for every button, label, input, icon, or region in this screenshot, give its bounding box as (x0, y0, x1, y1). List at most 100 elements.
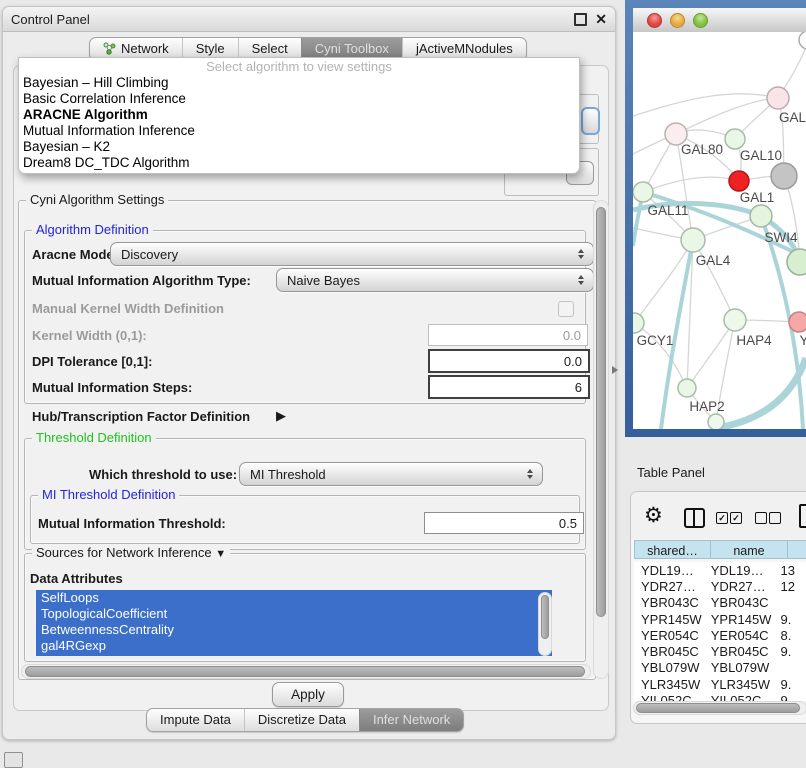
zoom-window-icon[interactable] (693, 13, 708, 28)
network-node[interactable] (767, 87, 789, 109)
network-node[interactable] (678, 379, 696, 397)
table-cell: YBR043C (634, 595, 704, 610)
node-label: Y (799, 333, 806, 348)
network-node[interactable] (633, 313, 644, 333)
data-attribute-item[interactable]: BetweennessCentrality (36, 622, 552, 638)
tab-label: Cyni Toolbox (315, 41, 389, 56)
table-row[interactable]: YER054CYER054C8. (634, 627, 806, 643)
network-node[interactable] (799, 32, 806, 49)
network-node[interactable] (708, 414, 724, 429)
network-edge[interactable] (633, 94, 778, 116)
table-cell: YBL079W (634, 660, 704, 675)
column-header-2[interactable]: name (711, 540, 788, 559)
mi-steps-field[interactable]: 6 (428, 375, 590, 399)
network-node[interactable] (724, 309, 746, 331)
data-attribute-item[interactable]: SelfLoops (36, 590, 552, 606)
combo-arrows-icon (578, 249, 584, 259)
aracne-mode-value: Discovery (121, 247, 178, 262)
table-header-row: shared…nameA (634, 540, 806, 559)
checkbox-checked-icon[interactable]: ✓ (716, 512, 728, 524)
hub-definition-expander-label[interactable]: Hub/Transcription Factor Definition (32, 409, 250, 424)
table-cell: 9. (774, 644, 806, 659)
node-label: GAL (779, 110, 806, 125)
node-label: GAL10 (740, 148, 782, 163)
column-header-1[interactable]: shared… (634, 540, 711, 559)
network-node[interactable] (750, 205, 772, 227)
network-node[interactable] (729, 171, 749, 191)
algorithm-option[interactable]: Bayesian – Hill Climbing (19, 75, 579, 91)
algorithm-dropdown-popup: Select algorithm to view settings Bayesi… (18, 57, 580, 174)
table-horizontal-scrollbar[interactable] (633, 701, 806, 715)
bottom-tabstrip: Impute DataDiscretize DataInfer Network (146, 708, 464, 732)
table-row[interactable]: YDL19…YDL19…13 (634, 562, 806, 578)
bottom-tab-discretize-data[interactable]: Discretize Data (244, 709, 359, 731)
dpi-tolerance-field[interactable]: 0.0 (428, 349, 590, 373)
settings-horizontal-scrollbar[interactable] (21, 664, 591, 679)
which-threshold-combobox[interactable]: MI Threshold (239, 462, 543, 486)
checkbox-checked-icon[interactable]: ✓ (730, 512, 742, 524)
table-cell: 8. (774, 628, 806, 643)
network-graph: GALGAL80GAL10GAL1GAL11SWI4GAL4GCY1HAP4YH… (633, 32, 806, 429)
combo-arrows-icon (527, 469, 533, 479)
table-cell: 9 (774, 693, 806, 701)
table-row[interactable]: YBR043CYBR043C (634, 595, 806, 611)
manual-kernel-width-checkbox[interactable] (558, 301, 574, 317)
mi-algorithm-type-combobox[interactable]: Naive Bayes (276, 268, 594, 292)
table-cell: YBL079W (704, 660, 774, 675)
node-label: GAL80 (681, 142, 723, 157)
algorithm-option[interactable]: Mutual Information Inference (19, 123, 579, 139)
algorithm-option[interactable]: Dream8 DC_TDC Algorithm (19, 155, 579, 171)
expander-expanded-icon[interactable]: ▼ (215, 548, 226, 560)
algorithm-option[interactable]: Bayesian – K2 (19, 139, 579, 155)
kernel-width-field[interactable]: 0.0 (428, 324, 588, 346)
apply-button[interactable]: Apply (272, 682, 344, 707)
algorithm-option[interactable]: ARACNE Algorithm (19, 107, 579, 123)
network-edge[interactable] (643, 177, 739, 192)
table-cell: YIL052C (634, 693, 704, 701)
bottom-tab-infer-network[interactable]: Infer Network (359, 709, 463, 731)
checkbox-unchecked-icon[interactable] (755, 512, 767, 524)
node-label: SWI4 (764, 230, 797, 245)
collapsed-panel-icon[interactable] (4, 752, 23, 768)
network-node[interactable] (771, 163, 797, 189)
table-cell: YBR045C (704, 644, 774, 659)
close-panel-icon[interactable]: ✕ (595, 13, 607, 25)
table-row[interactable]: YIL052CYIL052C9 (634, 692, 806, 701)
network-edge[interactable] (693, 240, 735, 320)
bottom-tab-impute-data[interactable]: Impute Data (147, 709, 244, 731)
mi-threshold-field[interactable]: 0.5 (424, 512, 584, 534)
table-cell: YER054C (634, 628, 704, 643)
network-node[interactable] (633, 182, 653, 202)
network-node[interactable] (725, 129, 745, 149)
network-window-titlebar[interactable] (633, 8, 806, 33)
data-attribute-item[interactable]: gal4RGexp (36, 638, 552, 654)
table-row[interactable]: YPR145WYPR145W9. (634, 611, 806, 627)
table-row[interactable]: YDR27…YDR27…12 (634, 578, 806, 594)
network-node[interactable] (787, 249, 806, 275)
table-row[interactable]: YBR045CYBR045C9. (634, 643, 806, 659)
minimize-window-icon[interactable] (670, 13, 685, 28)
kernel-width-value: 0.0 (563, 328, 581, 343)
close-window-icon[interactable] (647, 13, 662, 28)
data-attribute-item[interactable]: TopologicalCoefficient (36, 606, 552, 622)
float-panel-icon[interactable] (574, 13, 587, 26)
network-edge-highlighted[interactable] (643, 192, 806, 258)
gear-icon[interactable]: ⚙ (644, 505, 663, 526)
network-canvas[interactable]: GALGAL80GAL10GAL1GAL11SWI4GAL4GCY1HAP4YH… (633, 32, 806, 429)
expander-collapsed-icon[interactable]: ▶ (276, 408, 286, 424)
table-row[interactable]: YBL079WYBL079W (634, 660, 806, 676)
data-attributes-list: SelfLoopsTopologicalCoefficientBetweenne… (36, 590, 552, 656)
tab-label: Select (252, 41, 288, 56)
attributes-list-scrollbar[interactable] (538, 592, 552, 656)
aracne-mode-combobox[interactable]: Discovery (110, 242, 594, 266)
network-node[interactable] (789, 312, 806, 332)
table-row[interactable]: YLR345WYLR345W9. (634, 676, 806, 692)
network-node[interactable] (681, 228, 705, 252)
settings-vertical-scrollbar[interactable] (593, 200, 609, 679)
column-browser-icon[interactable] (684, 508, 705, 528)
network-edge[interactable] (676, 98, 778, 134)
checkbox-unchecked-icon[interactable] (769, 512, 781, 524)
algorithm-option[interactable]: Basic Correlation Inference (19, 91, 579, 107)
column-header-3[interactable]: A (788, 540, 806, 559)
new-table-icon[interactable] (799, 504, 806, 528)
